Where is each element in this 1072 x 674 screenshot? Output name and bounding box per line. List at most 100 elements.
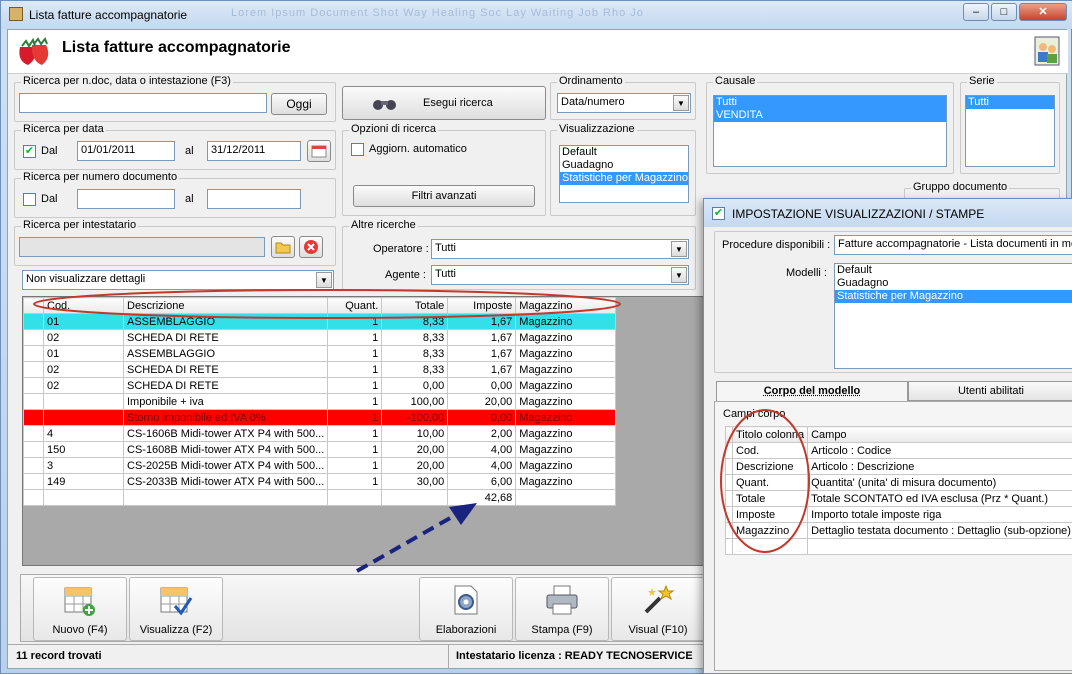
table-row[interactable]: 02 SCHEDA DI RETE 1 0,00 0,00 Magazzino [24, 378, 616, 394]
table-row[interactable]: 02 SCHEDA DI RETE 1 8,33 1,67 Magazzino [24, 362, 616, 378]
list-item[interactable]: Default [835, 264, 1072, 277]
calendar-icon[interactable] [307, 140, 331, 162]
table-cell [44, 394, 124, 410]
table-cell: 6,00 [448, 474, 516, 490]
table-cell: Imponibile + iva [124, 394, 328, 410]
date-from-checkbox[interactable]: ✔ [23, 145, 36, 158]
causale-list[interactable]: Tutti VENDITA [713, 95, 947, 167]
number-from-input[interactable] [77, 189, 175, 209]
ghost-menu: Lorem Ipsum Document Shot Way Healing So… [231, 7, 644, 19]
table-cell: 01 [44, 346, 124, 362]
table-row[interactable]: 149 CS-2033B Midi-tower ATX P4 with 500..… [24, 474, 616, 490]
close-icon[interactable]: ✕ [1019, 3, 1067, 21]
table-row[interactable]: Storno imponibile ed IVA 0% 1 -100,00 0,00 M… [24, 410, 616, 426]
row-selector[interactable] [24, 362, 44, 378]
execute-search-button[interactable]: Esegui ricerca [342, 86, 546, 120]
list-item[interactable]: Statistiche per Magazzino [560, 172, 688, 185]
visual-button[interactable]: Visual (F10) [611, 577, 705, 641]
chevron-down-icon: ▼ [671, 267, 687, 283]
table-row[interactable]: 4 CS-1606B Midi-tower ATX P4 with 500... 1… [24, 426, 616, 442]
list-item[interactable]: Default [560, 146, 688, 159]
row-selector[interactable] [24, 458, 44, 474]
table-cell: 02 [44, 378, 124, 394]
row-selector[interactable] [24, 346, 44, 362]
table-row[interactable]: 01 ASSEMBLAGGIO 1 8,33 1,67 Magazzino [24, 346, 616, 362]
binoculars-icon [371, 97, 399, 111]
tab-panel: Campi corpo Titolo colonna Campo Cod. Art… [714, 401, 1072, 671]
row-selector[interactable] [24, 330, 44, 346]
tab-body[interactable]: Corpo del modello [716, 381, 908, 401]
table-cell: 4 [44, 426, 124, 442]
agent-combo[interactable]: Tutti ▼ [431, 265, 689, 285]
table-cell: 8,33 [382, 346, 448, 362]
table-cell: Articolo : Descrizione [808, 459, 1072, 475]
process-gear-icon [449, 584, 483, 616]
fields-annotation-ellipse [717, 406, 813, 556]
search-doc-input[interactable] [19, 93, 267, 113]
row-selector[interactable] [24, 410, 44, 426]
dialog-title: IMPOSTAZIONE VISUALIZZAZIONI / STAMPE [732, 207, 984, 221]
row-selector[interactable] [24, 474, 44, 490]
table-cell: 20,00 [382, 458, 448, 474]
search-holder-group: Ricerca per intestatario [14, 226, 336, 266]
advanced-filters-button[interactable]: Filtri avanzati [353, 185, 535, 207]
models-list[interactable]: Default Guadagno Statistiche per Magazzi… [834, 263, 1072, 369]
number-from-checkbox[interactable] [23, 193, 36, 206]
holder-input[interactable] [19, 237, 265, 257]
view-grid-icon [159, 586, 193, 616]
auto-update-checkbox[interactable] [351, 143, 364, 156]
table-cell: Magazzino [516, 410, 616, 426]
table-cell: -100,00 [382, 410, 448, 426]
table-row[interactable]: 150 CS-1608B Midi-tower ATX P4 with 500..… [24, 442, 616, 458]
documents-grid[interactable]: Cod. Descrizione Quant. Totale Imposte M… [22, 296, 708, 566]
causale-group: Causale Tutti VENDITA [706, 82, 954, 174]
tab-users[interactable]: Utenti abilitati [908, 381, 1072, 401]
clear-icon[interactable] [299, 236, 323, 258]
today-button[interactable]: Oggi [271, 93, 327, 115]
list-item[interactable]: Tutti [714, 96, 946, 109]
list-item[interactable]: Tutti [966, 96, 1054, 109]
minimize-icon[interactable]: – [963, 3, 989, 21]
row-selector[interactable] [24, 442, 44, 458]
table-cell: CS-2025B Midi-tower ATX P4 with 500... [124, 458, 328, 474]
table-cell: Articolo : Codice [808, 443, 1072, 459]
options-group: Opzioni di ricerca Aggiorn. automatico F… [342, 130, 546, 216]
table-row[interactable]: Imponibile + iva 1 100,00 20,00 Magazzino [24, 394, 616, 410]
chevron-down-icon: ▼ [671, 241, 687, 257]
print-button[interactable]: Stampa (F9) [515, 577, 609, 641]
table-cell: Importo totale imposte riga [808, 507, 1072, 523]
row-selector[interactable] [24, 426, 44, 442]
totals-row: 42,68 [24, 490, 616, 506]
list-item[interactable]: Guadagno [560, 159, 688, 172]
table-cell: 1,67 [448, 362, 516, 378]
table-row[interactable]: 02 SCHEDA DI RETE 1 8,33 1,67 Magazzino [24, 330, 616, 346]
license-holder: Intestatario licenza : READY TECNOSERVIC… [456, 650, 693, 662]
table-cell: 20,00 [448, 394, 516, 410]
table-row[interactable]: 3 CS-2025B Midi-tower ATX P4 with 500... 1… [24, 458, 616, 474]
number-to-input[interactable] [207, 189, 301, 209]
process-button[interactable]: Elaborazioni [419, 577, 513, 641]
maximize-icon[interactable]: □ [991, 3, 1017, 21]
list-item[interactable]: Guadagno [835, 277, 1072, 290]
serie-group: Serie Tutti [960, 82, 1060, 174]
new-button[interactable]: Nuovo (F4) [33, 577, 127, 641]
col-header[interactable]: Campo [808, 427, 1072, 443]
bottom-toolbar: Nuovo (F4) Visualizza (F2) Elaborazioni … [20, 574, 710, 642]
row-selector[interactable] [24, 378, 44, 394]
view-button[interactable]: Visualizza (F2) [129, 577, 223, 641]
table-cell: 1,67 [448, 346, 516, 362]
view-list[interactable]: Default Guadagno Statistiche per Magazzi… [559, 145, 689, 203]
row-selector[interactable] [24, 394, 44, 410]
table-cell: SCHEDA DI RETE [124, 378, 328, 394]
serie-list[interactable]: Tutti [965, 95, 1055, 167]
operator-combo[interactable]: Tutti ▼ [431, 239, 689, 259]
table-cell: 8,33 [382, 330, 448, 346]
list-item[interactable]: VENDITA [714, 109, 946, 122]
date-to-input[interactable]: 31/12/2011 [207, 141, 301, 161]
users-icon[interactable] [1034, 36, 1060, 66]
ordering-combo[interactable]: Data/numero ▼ [557, 93, 691, 113]
procedures-input[interactable]: Fatture accompagnatorie - Lista document… [834, 235, 1072, 255]
date-from-input[interactable]: 01/01/2011 [77, 141, 175, 161]
list-item[interactable]: Statistiche per Magazzino [835, 290, 1072, 303]
folder-icon[interactable] [271, 236, 295, 258]
